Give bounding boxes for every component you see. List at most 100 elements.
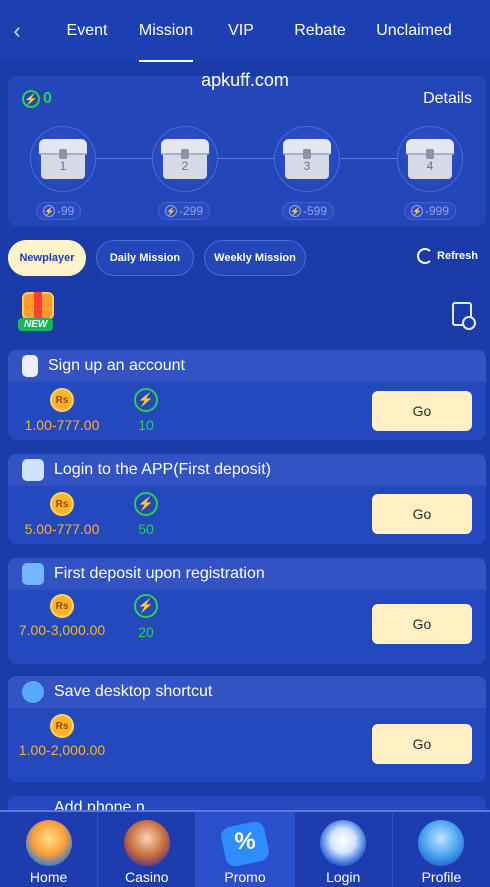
chest-3[interactable]: 3 (274, 126, 340, 192)
chest-4[interactable]: 4 (397, 126, 463, 192)
bottom-nav-casino[interactable]: Casino (98, 812, 197, 887)
chest-number: 1 (59, 159, 67, 173)
bottom-nav-label: Profile (421, 869, 462, 885)
reward-amount: 1.00-2,000.00 (18, 742, 106, 758)
chest-connector (341, 158, 397, 159)
watermark: apkuff.com (201, 70, 289, 90)
coin-symbol: Rs (55, 498, 69, 510)
task-card: Save desktop shortcut Rs 1.00-2,000.00 G… (8, 676, 486, 782)
reward-amount: 1.00-777.00 (24, 417, 100, 433)
energy-bolt-icon: ⚡ (411, 205, 423, 217)
go-button[interactable]: Go (372, 494, 472, 534)
coin-symbol: Rs (55, 720, 69, 732)
wallet-icon (22, 563, 44, 585)
chest-number: 3 (303, 159, 311, 173)
task-card: Login to the APP(First deposit) Rs 5.00-… (8, 454, 486, 544)
percent-icon: % (234, 828, 256, 855)
tab-mission[interactable]: Mission (124, 0, 208, 62)
tab-rebate-label: Rebate (294, 22, 346, 39)
category-daily-mission[interactable]: Daily Mission (96, 240, 194, 276)
new-label: NEW (18, 318, 54, 331)
category-label: Newplayer (19, 252, 75, 264)
go-button[interactable]: Go (372, 604, 472, 644)
energy-bolt-icon: ⚡ (134, 594, 158, 618)
bottom-nav-home[interactable]: Home (0, 812, 99, 887)
chest-requirement-value: -599 (303, 204, 328, 218)
tab-unclaimed[interactable]: Unclaimed (366, 0, 462, 62)
bottom-nav-label: Login (326, 869, 361, 885)
chest-requirement: ⚡ -299 (158, 202, 211, 220)
chest-2[interactable]: 2 (152, 126, 218, 192)
energy-count: ⚡ 0 (22, 90, 52, 108)
tab-event[interactable]: Event (50, 0, 124, 62)
bottom-nav-label: Promo (224, 869, 266, 885)
category-weekly-mission[interactable]: Weekly Mission (204, 240, 306, 276)
task-header: Save desktop shortcut (8, 676, 486, 708)
energy-bolt-icon: ⚡ (43, 205, 55, 217)
login-icon (320, 820, 367, 866)
top-nav: ‹ Event Mission VIP Rebate Unclaimed (0, 0, 490, 62)
bottom-nav-login[interactable]: Login (295, 812, 393, 887)
chest-progress-panel: ⚡ 0 Details 1 2 3 4 ⚡ -99 ⚡ -299 ⚡ -599 ⚡ -9… (8, 76, 486, 226)
tab-unclaimed-label: Unclaimed (376, 22, 452, 39)
history-icon[interactable] (452, 302, 476, 330)
treasure-chest-icon: 4 (406, 139, 454, 179)
task-title: Sign up an account (48, 357, 185, 374)
energy-bolt-icon: ⚡ (22, 90, 40, 108)
task-title: Login to the APP(First deposit) (54, 461, 271, 478)
profile-icon (418, 820, 465, 866)
chest-requirement: ⚡ -599 (282, 202, 335, 220)
chest-connector (218, 158, 274, 159)
reward-energy: 50 (138, 521, 154, 537)
treasure-chest-icon: 1 (39, 139, 87, 179)
phone-check-icon (22, 355, 38, 377)
chest-number: 2 (181, 159, 189, 173)
reward-energy: 20 (138, 624, 154, 640)
home-icon (25, 820, 72, 866)
chest-requirement-value: -99 (57, 204, 75, 218)
tab-rebate[interactable]: Rebate (274, 0, 366, 62)
tab-vip-label: VIP (228, 22, 254, 39)
rupee-coin-icon: Rs (50, 492, 74, 516)
category-label: Weekly Mission (214, 252, 296, 264)
globe-icon (22, 681, 44, 703)
go-label: Go (412, 736, 432, 752)
chest-requirement: ⚡ -99 (36, 202, 82, 220)
details-link[interactable]: Details (423, 90, 472, 108)
new-gift-badge: NEW (14, 292, 62, 336)
refresh-button[interactable]: Refresh (417, 248, 478, 264)
chevron-left-icon: ‹ (13, 18, 21, 43)
bottom-nav-label: Home (29, 869, 68, 885)
bottom-nav-promo[interactable]: % Promo (196, 812, 295, 887)
back-button[interactable]: ‹ (0, 18, 34, 44)
energy-value: 0 (43, 90, 52, 107)
refresh-label: Refresh (437, 250, 478, 262)
task-header: First deposit upon registration (8, 558, 486, 590)
coin-symbol: Rs (55, 394, 69, 406)
go-button[interactable]: Go (372, 724, 472, 764)
reward-amount: 7.00-3,000.00 (18, 622, 106, 638)
energy-bolt-icon: ⚡ (134, 388, 158, 412)
chest-1[interactable]: 1 (30, 126, 96, 192)
task-card: Sign up an account Rs 1.00-777.00 ⚡ 10 G… (8, 350, 486, 440)
reward-amount: 5.00-777.00 (24, 521, 100, 537)
go-button[interactable]: Go (372, 391, 472, 431)
refresh-icon (417, 248, 434, 264)
treasure-chest-icon: 2 (161, 139, 209, 179)
rupee-coin-icon: Rs (50, 714, 74, 738)
bottom-nav-profile[interactable]: Profile (393, 812, 490, 887)
category-newplayer[interactable]: Newplayer (8, 240, 86, 276)
casino-icon (123, 820, 170, 866)
go-label: Go (412, 616, 432, 632)
bottom-nav: Home Casino % Promo Login Profile (0, 810, 490, 887)
reward-energy: 10 (138, 417, 154, 433)
chest-number: 4 (426, 159, 434, 173)
task-title: First deposit upon registration (54, 565, 265, 582)
go-label: Go (412, 403, 432, 419)
chest-requirement-value: -299 (179, 204, 204, 218)
category-label: Daily Mission (109, 252, 181, 264)
tab-vip[interactable]: VIP (208, 0, 274, 62)
bottom-nav-label: Casino (125, 869, 169, 885)
energy-bolt-icon: ⚡ (134, 492, 158, 516)
tab-event-label: Event (66, 22, 108, 39)
